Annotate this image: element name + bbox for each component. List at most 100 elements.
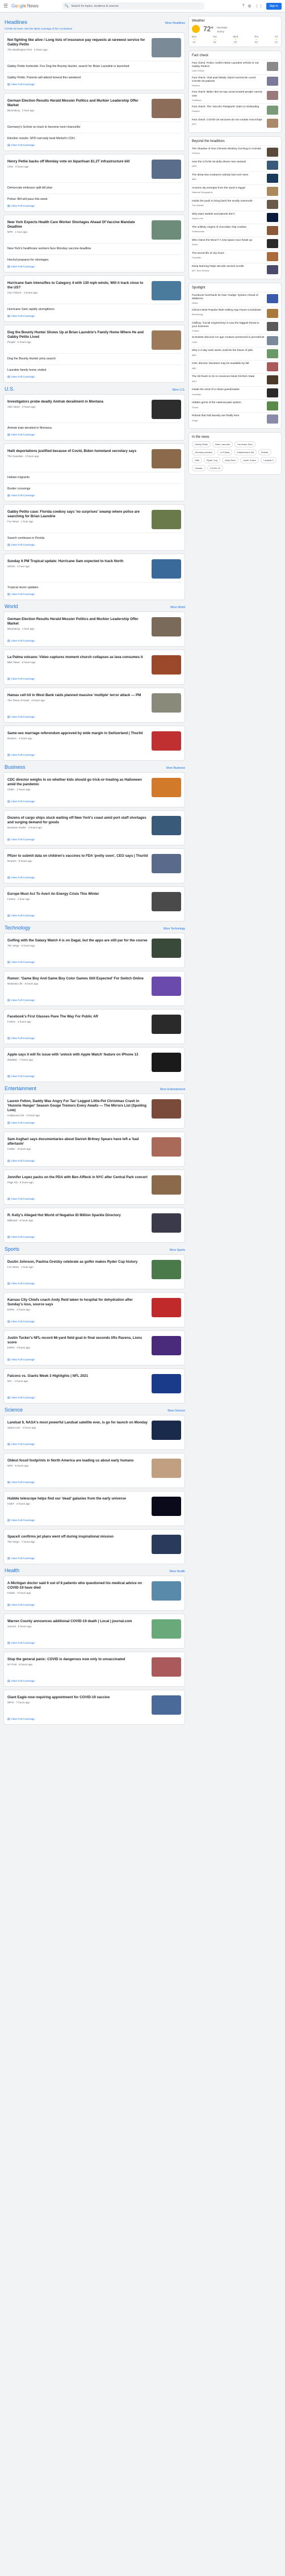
apps-icon[interactable]: ⋮⋮ (255, 4, 263, 9)
story-thumbnail[interactable] (152, 731, 181, 751)
full-coverage-label[interactable]: View Full Coverage (11, 754, 35, 757)
sports-section-title[interactable]: Sports More Sports (5, 1246, 185, 1252)
full-coverage-label[interactable]: View Full Coverage (11, 915, 35, 918)
full-coverage-link[interactable]: ▤ View Full Coverage (7, 1397, 181, 1400)
full-coverage-label[interactable]: View Full Coverage (11, 1160, 35, 1163)
list-item[interactable]: Fact check: The 'Vaccine Passports' clai… (192, 103, 278, 116)
list-item-headline[interactable]: Fact check: Biden did not say unvaccinat… (192, 91, 265, 98)
list-item-thumbnail[interactable] (267, 199, 278, 209)
list-item-headline[interactable]: The deep-sea creatures nobody has ever s… (192, 174, 265, 177)
list-item-thumbnail[interactable] (267, 212, 278, 222)
story-thumbnail[interactable] (152, 449, 181, 469)
list-item-thumbnail[interactable] (267, 62, 278, 71)
section-heading[interactable]: Sports (5, 1246, 19, 1252)
full-coverage-link[interactable]: ▤ View Full Coverage (7, 205, 181, 208)
full-coverage-label[interactable]: View Full Coverage (11, 1519, 35, 1522)
more-link[interactable]: More U.S. (172, 388, 185, 392)
full-coverage-label[interactable]: View Full Coverage (11, 1397, 35, 1400)
list-item[interactable]: Chilling: 'Social engineering' is now th… (192, 319, 278, 334)
section-heading[interactable]: U.S. (5, 386, 15, 392)
full-coverage-link[interactable]: ▤ View Full Coverage (7, 1321, 181, 1323)
full-coverage-link[interactable]: ▤ View Full Coverage (7, 801, 181, 803)
list-item[interactable]: China's Most Popular Ride Hailing App Fa… (192, 306, 278, 320)
full-coverage-label[interactable]: View Full Coverage (11, 1037, 35, 1040)
story-thumbnail[interactable] (152, 1099, 181, 1119)
story-thumbnail[interactable] (152, 1175, 181, 1195)
full-coverage-label[interactable]: View Full Coverage (11, 839, 35, 841)
list-item-headline[interactable]: The Shadow of One Chinese Monkey Gut Bug… (192, 148, 265, 151)
topic-chip[interactable]: Haiti (192, 457, 203, 464)
list-item-thumbnail[interactable] (267, 173, 278, 183)
full-coverage-label[interactable]: View Full Coverage (11, 1321, 35, 1323)
story-thumbnail[interactable] (152, 693, 181, 713)
full-coverage-link[interactable]: ▤ View Full Coverage (7, 716, 181, 719)
sub-story-headline[interactable]: Gabby Petito homicide: Fox Dog the Bount… (7, 65, 181, 69)
section-heading[interactable]: Health (5, 1568, 19, 1573)
more-link[interactable]: More Headlines (165, 22, 185, 25)
full-coverage-link[interactable]: ▤ View Full Coverage (7, 1718, 181, 1721)
story-headline[interactable]: German Election Results Herald Messier P… (7, 99, 148, 108)
topic-chip[interactable]: Andy Reid (222, 457, 238, 464)
story-thumbnail[interactable] (152, 1374, 181, 1394)
sub-story-headline[interactable]: Search continues in Florida (7, 537, 181, 541)
story-headline[interactable]: SpaceX confirms jet plans went off durin… (7, 1535, 148, 1539)
list-item-thumbnail[interactable] (267, 414, 278, 424)
story-thumbnail[interactable] (152, 939, 181, 958)
list-item-thumbnail[interactable] (267, 225, 278, 235)
list-item[interactable]: The deep-sea creatures nobody has ever s… (192, 171, 278, 185)
story-headline[interactable]: Justin Tucker's NFL-record 66-yard field… (7, 1336, 148, 1345)
section-heading[interactable]: Technology (5, 925, 31, 931)
section-heading[interactable]: Entertainment (5, 1086, 36, 1091)
story-headline[interactable]: A Michigan doctor said 6 out of 8 patien… (7, 1581, 148, 1590)
full-coverage-link[interactable]: ▤ View Full Coverage (7, 1283, 181, 1285)
full-coverage-label[interactable]: View Full Coverage (11, 144, 35, 147)
story-headline[interactable]: Hubble telescope helps find our 'dead' g… (7, 1497, 148, 1501)
story-headline[interactable]: Stop the general panic: COVID is dangero… (7, 1657, 148, 1662)
sub-story-headline[interactable]: Haitian migrants (7, 476, 181, 480)
story-thumbnail[interactable] (152, 1213, 181, 1233)
story-thumbnail[interactable] (152, 1657, 181, 1677)
story-thumbnail[interactable] (152, 1581, 181, 1601)
business-section-title[interactable]: Business More Business (5, 764, 185, 770)
full-coverage-label[interactable]: View Full Coverage (11, 83, 35, 86)
full-coverage-label[interactable]: View Full Coverage (11, 801, 35, 803)
more-link[interactable]: More Sports (170, 1249, 185, 1252)
story-headline[interactable]: Dozens of cargo ships stuck waiting off … (7, 816, 148, 825)
story-headline[interactable]: New York Expects Health Care Worker Shor… (7, 220, 148, 229)
full-coverage-label[interactable]: View Full Coverage (11, 205, 35, 208)
more-link[interactable]: More Technology (164, 927, 185, 931)
story-headline[interactable]: Lauren Felton, Daddy Was Angry For Tax' … (7, 1099, 148, 1113)
list-item-headline[interactable]: Fact check: Viral post falsely claims iv… (192, 77, 265, 83)
full-coverage-label[interactable]: View Full Coverage (11, 1680, 35, 1683)
full-coverage-label[interactable]: View Full Coverage (11, 716, 35, 719)
full-coverage-link[interactable]: ▤ View Full Coverage (7, 1557, 181, 1560)
story-thumbnail[interactable] (152, 778, 181, 798)
full-coverage-label[interactable]: View Full Coverage (11, 961, 35, 964)
search-input[interactable]: 🔍 Search for topics, locations & sources (62, 2, 204, 10)
list-item-headline[interactable]: Who Owns the Moon? A new space race heat… (192, 239, 265, 242)
section-heading[interactable]: Headlines (5, 19, 27, 25)
list-item[interactable]: Robots that fold laundry are finally her… (192, 412, 278, 425)
story-headline[interactable]: Henry Pettie backs off Monday vote on bi… (7, 160, 148, 164)
full-coverage-label[interactable]: View Full Coverage (11, 593, 35, 596)
story-thumbnail[interactable] (152, 99, 181, 119)
full-coverage-label[interactable]: View Full Coverage (11, 1283, 35, 1285)
sign-in-button[interactable]: Sign in (266, 2, 282, 10)
full-coverage-label[interactable]: View Full Coverage (11, 640, 35, 643)
full-coverage-label[interactable]: View Full Coverage (11, 544, 35, 547)
list-item-headline[interactable]: Inside the mind of a chess grandmaster (192, 388, 265, 392)
list-item-headline[interactable]: Deep learning helps decode ancient scrol… (192, 265, 265, 269)
list-item[interactable]: Fact check: COVID-19 vaccines do not con… (192, 116, 278, 129)
story-thumbnail[interactable] (152, 38, 181, 57)
us-section-title[interactable]: U.S. More U.S. (5, 386, 185, 392)
story-thumbnail[interactable] (152, 559, 181, 579)
more-link[interactable]: More Health (170, 1570, 185, 1573)
story-headline[interactable]: Golfing with the Galaxy Watch 4 is on Da… (7, 939, 148, 943)
list-item-thumbnail[interactable] (267, 294, 278, 303)
story-thumbnail[interactable] (152, 1459, 181, 1478)
list-item-thumbnail[interactable] (267, 336, 278, 346)
list-item-thumbnail[interactable] (267, 91, 278, 100)
full-coverage-label[interactable]: View Full Coverage (11, 678, 35, 681)
full-coverage-link[interactable]: ▤ View Full Coverage (7, 1037, 181, 1040)
full-coverage-link[interactable]: ▤ View Full Coverage (7, 1236, 181, 1239)
